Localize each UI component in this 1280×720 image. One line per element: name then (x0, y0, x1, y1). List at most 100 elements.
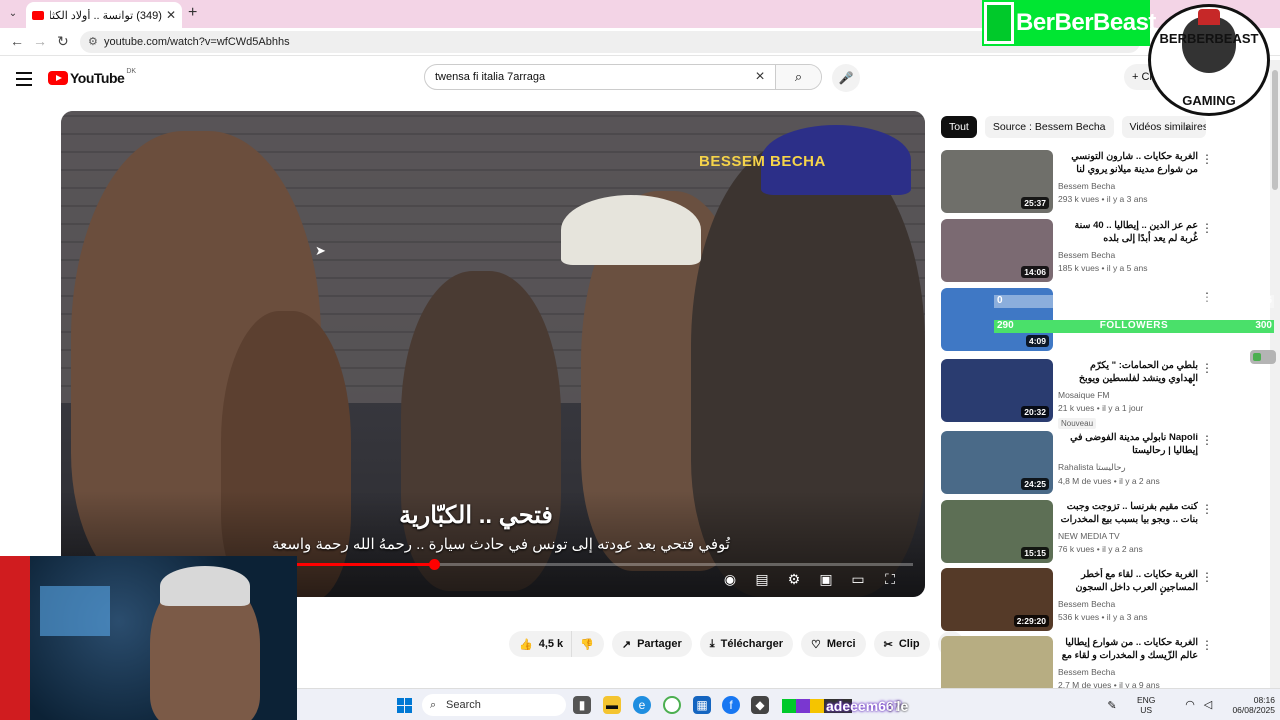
scrollbar-thumb[interactable] (1272, 70, 1278, 190)
more-options-icon[interactable]: ⋮ (1201, 502, 1213, 516)
chrome-browser-icon[interactable] (663, 696, 681, 714)
video-player[interactable]: BESSEM BECHA فتحي .. الكبّارية تُوفي فتح… (61, 111, 925, 597)
video-title[interactable]: الغربة حكايات .. لقاء مع أخطر المساجين ا… (1058, 568, 1198, 595)
obs-app-icon[interactable]: ◆ (751, 696, 769, 714)
video-duration: 14:06 (1021, 266, 1049, 278)
video-watermark: BESSEM BECHA (699, 153, 826, 170)
clip-button[interactable]: ✂ Clip (873, 631, 930, 657)
video-title[interactable]: بلطي من الحمامات: " يكرّم الهداوي وينشد … (1058, 359, 1198, 386)
video-title[interactable]: Napoli نابولي مدينة الفوضى في إيطاليا | … (1058, 431, 1198, 458)
youtube-logo-text: YouTube (70, 70, 125, 86)
browser-tab[interactable]: (349) توانسة .. أولاد الكثارية .. فر ✕ (26, 2, 182, 28)
more-options-icon[interactable]: ⋮ (1201, 152, 1213, 166)
heart-icon: ♡ (810, 638, 821, 651)
windows-taskbar: ⌕ Search ▮ ▬ e ▦ f ◆ adeeem667 : le ✎ EN… (297, 688, 1280, 720)
mouse-cursor-icon: ➤ (315, 243, 326, 258)
system-clock[interactable]: 08:16 06/08/2025 (1223, 695, 1275, 715)
video-meta: 293 k vues • il y a 3 ans (1058, 194, 1148, 204)
chip-similar[interactable]: Vidéos similaires (1121, 116, 1206, 138)
subs-label: SUBSCRIBERS (1094, 295, 1174, 306)
voice-search-mic-icon[interactable]: 🎤 (832, 64, 860, 92)
video-title[interactable]: الغربة حكايات .. شارون التونسي من شوارع … (1058, 150, 1198, 177)
chip-source[interactable]: Source : Bessem Becha (984, 116, 1114, 138)
video-thumbnail[interactable]: 15:15 (941, 500, 1053, 563)
tunisia-flag (0, 556, 30, 720)
recommended-video[interactable]: 25:37 الغربة حكايات .. شارون التونسي من ش… (941, 150, 1213, 214)
share-button[interactable]: ↗ Partager (611, 631, 692, 657)
more-options-icon[interactable]: ⋮ (1201, 361, 1213, 375)
file-explorer-icon[interactable]: ▬ (603, 696, 621, 714)
taskbar-search[interactable]: ⌕ Search (422, 694, 566, 716)
reload-icon[interactable]: ↻ (57, 33, 69, 50)
channel-name[interactable]: Bessem Becha (1058, 250, 1198, 260)
edge-browser-icon[interactable]: e (633, 696, 651, 714)
recommended-video[interactable]: 20:32 بلطي من الحمامات: " يكرّم الهداوي و… (941, 359, 1213, 429)
channel-name[interactable]: NEW MEDIA TV (1058, 531, 1198, 541)
fullscreen-icon[interactable]: ⛶ (881, 571, 899, 588)
facebook-icon[interactable]: f (722, 696, 740, 714)
like-button[interactable]: 👍 4,5 k (509, 631, 572, 657)
thanks-button[interactable]: ♡ Merci (800, 631, 866, 657)
recommended-video[interactable]: 14:06 عم عز الدين .. إيطاليا .. 40 سنة غُ… (941, 219, 1213, 283)
channel-name[interactable]: Bessem Becha (1058, 181, 1198, 191)
search-input[interactable]: twensa fi italia 7arraga (425, 71, 745, 83)
video-thumbnail[interactable]: 24:25 (941, 431, 1053, 494)
related-filter-chips: Tout Source : Bessem Becha Vidéos simila… (941, 116, 1206, 138)
store-icon[interactable]: ▦ (693, 696, 711, 714)
more-options-icon[interactable]: ⋮ (1201, 433, 1213, 447)
pen-tray-icon[interactable]: ✎ (1103, 697, 1121, 715)
channel-name[interactable]: Rahalista رحاليستا (1058, 462, 1198, 473)
tab-list-chevron-icon[interactable]: ⌄ (4, 5, 22, 23)
close-tab-icon[interactable]: ✕ (166, 8, 176, 22)
recommended-video[interactable]: 24:25 Napoli نابولي مدينة الفوضى في إيطال… (941, 431, 1213, 495)
miniplayer-icon[interactable]: ▣ (817, 571, 835, 588)
back-arrow-icon[interactable]: ← (10, 33, 24, 49)
autoplay-toggle-icon[interactable]: ◉ (721, 571, 739, 588)
url-field[interactable]: ⚙ youtube.com/watch?v=wfCWd5Abhhs (80, 31, 1140, 53)
clear-search-icon[interactable]: × (745, 68, 775, 86)
youtube-logo[interactable]: YouTube DK (48, 68, 136, 86)
subs-target: 6 (1266, 295, 1272, 306)
subtitles-icon[interactable]: ▤ (753, 571, 771, 588)
volume-icon[interactable]: ◁ (1199, 696, 1217, 714)
channel-name[interactable]: Bessem Becha (1058, 667, 1198, 677)
stream-mini-widget (1250, 350, 1276, 364)
dislike-button[interactable]: 👎 (571, 631, 604, 657)
video-white-cap (561, 195, 701, 265)
badge-top-text: BERBERBEAST (1159, 31, 1259, 46)
page-scrollbar[interactable] (1270, 60, 1280, 688)
more-options-icon[interactable]: ⋮ (1201, 570, 1213, 584)
more-options-icon[interactable]: ⋮ (1201, 221, 1213, 235)
channel-name[interactable]: Bessem Becha (1058, 599, 1198, 609)
input-language[interactable]: ENG US (1137, 695, 1155, 715)
forward-arrow-icon[interactable]: → (33, 33, 47, 49)
windows-start-icon[interactable] (397, 698, 412, 713)
new-tab-icon[interactable]: + (188, 4, 197, 22)
task-view-icon[interactable]: ▮ (573, 696, 591, 714)
more-options-icon[interactable]: ⋮ (1201, 638, 1213, 652)
video-thumbnail[interactable]: 14:06 (941, 219, 1053, 282)
chat-message: : le (888, 698, 909, 714)
search-button-icon[interactable]: ⌕ (775, 65, 821, 89)
wifi-icon[interactable]: ◠ (1181, 696, 1199, 714)
video-title[interactable]: كنت مقيم بفرنسا .. تزوجت وجبت بنات .. وب… (1058, 500, 1198, 527)
site-info-icon[interactable]: ⚙ (88, 31, 98, 53)
channel-name[interactable]: Mosaique FM (1058, 390, 1198, 400)
video-thumbnail[interactable]: 20:32 (941, 359, 1053, 422)
followers-label: FOLLOWERS (1099, 320, 1169, 331)
recommended-video[interactable]: 2:29:20 الغربة حكايات .. لقاء مع أخطر الم… (941, 568, 1213, 632)
video-title[interactable]: الغربة حكايات .. من شوارع إيطاليا عالم ا… (1058, 636, 1198, 663)
recommended-video[interactable]: 15:15 كنت مقيم بفرنسا .. تزوجت وجبت بنات … (941, 500, 1213, 564)
stream-brand-banner: BerBerBeast (982, 0, 1156, 46)
theater-mode-icon[interactable]: ▭ (849, 571, 867, 588)
chip-all[interactable]: Tout (941, 116, 977, 138)
video-title[interactable]: عم عز الدين .. إيطاليا .. 40 سنة غُربة ل… (1058, 219, 1198, 246)
settings-gear-icon[interactable]: ⚙ (785, 571, 803, 588)
video-thumbnail[interactable]: 2:29:20 (941, 568, 1053, 631)
menu-icon[interactable] (16, 72, 32, 90)
video-meta: 185 k vues • il y a 5 ans (1058, 263, 1148, 273)
thumbs-down-icon: 👎 (580, 638, 594, 651)
chevron-right-icon[interactable]: › (1185, 120, 1189, 134)
video-thumbnail[interactable]: 25:37 (941, 150, 1053, 213)
download-button[interactable]: ⤓ Télécharger (699, 631, 793, 657)
